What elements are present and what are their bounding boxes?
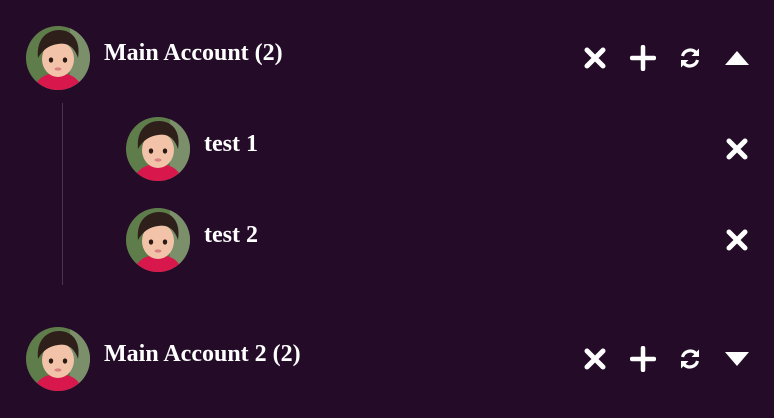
close-icon[interactable] xyxy=(580,344,610,374)
avatar xyxy=(126,208,190,272)
sub-account-name: test 2 xyxy=(204,222,258,248)
close-icon[interactable] xyxy=(580,43,610,73)
plus-icon[interactable] xyxy=(628,43,658,73)
avatar xyxy=(126,117,190,181)
account-name: Main Account 2 (2) xyxy=(104,341,301,367)
plus-icon[interactable] xyxy=(628,344,658,374)
tree-connector-line xyxy=(62,103,63,285)
avatar xyxy=(26,327,90,391)
close-icon[interactable] xyxy=(722,225,752,255)
close-icon[interactable] xyxy=(722,134,752,164)
sub-account-name: test 1 xyxy=(204,131,258,157)
refresh-icon[interactable] xyxy=(675,344,705,374)
account-name: Main Account (2) xyxy=(104,40,283,66)
triangle-down-icon[interactable] xyxy=(722,344,752,374)
triangle-up-icon[interactable] xyxy=(722,43,752,73)
refresh-icon[interactable] xyxy=(675,43,705,73)
avatar xyxy=(26,26,90,90)
